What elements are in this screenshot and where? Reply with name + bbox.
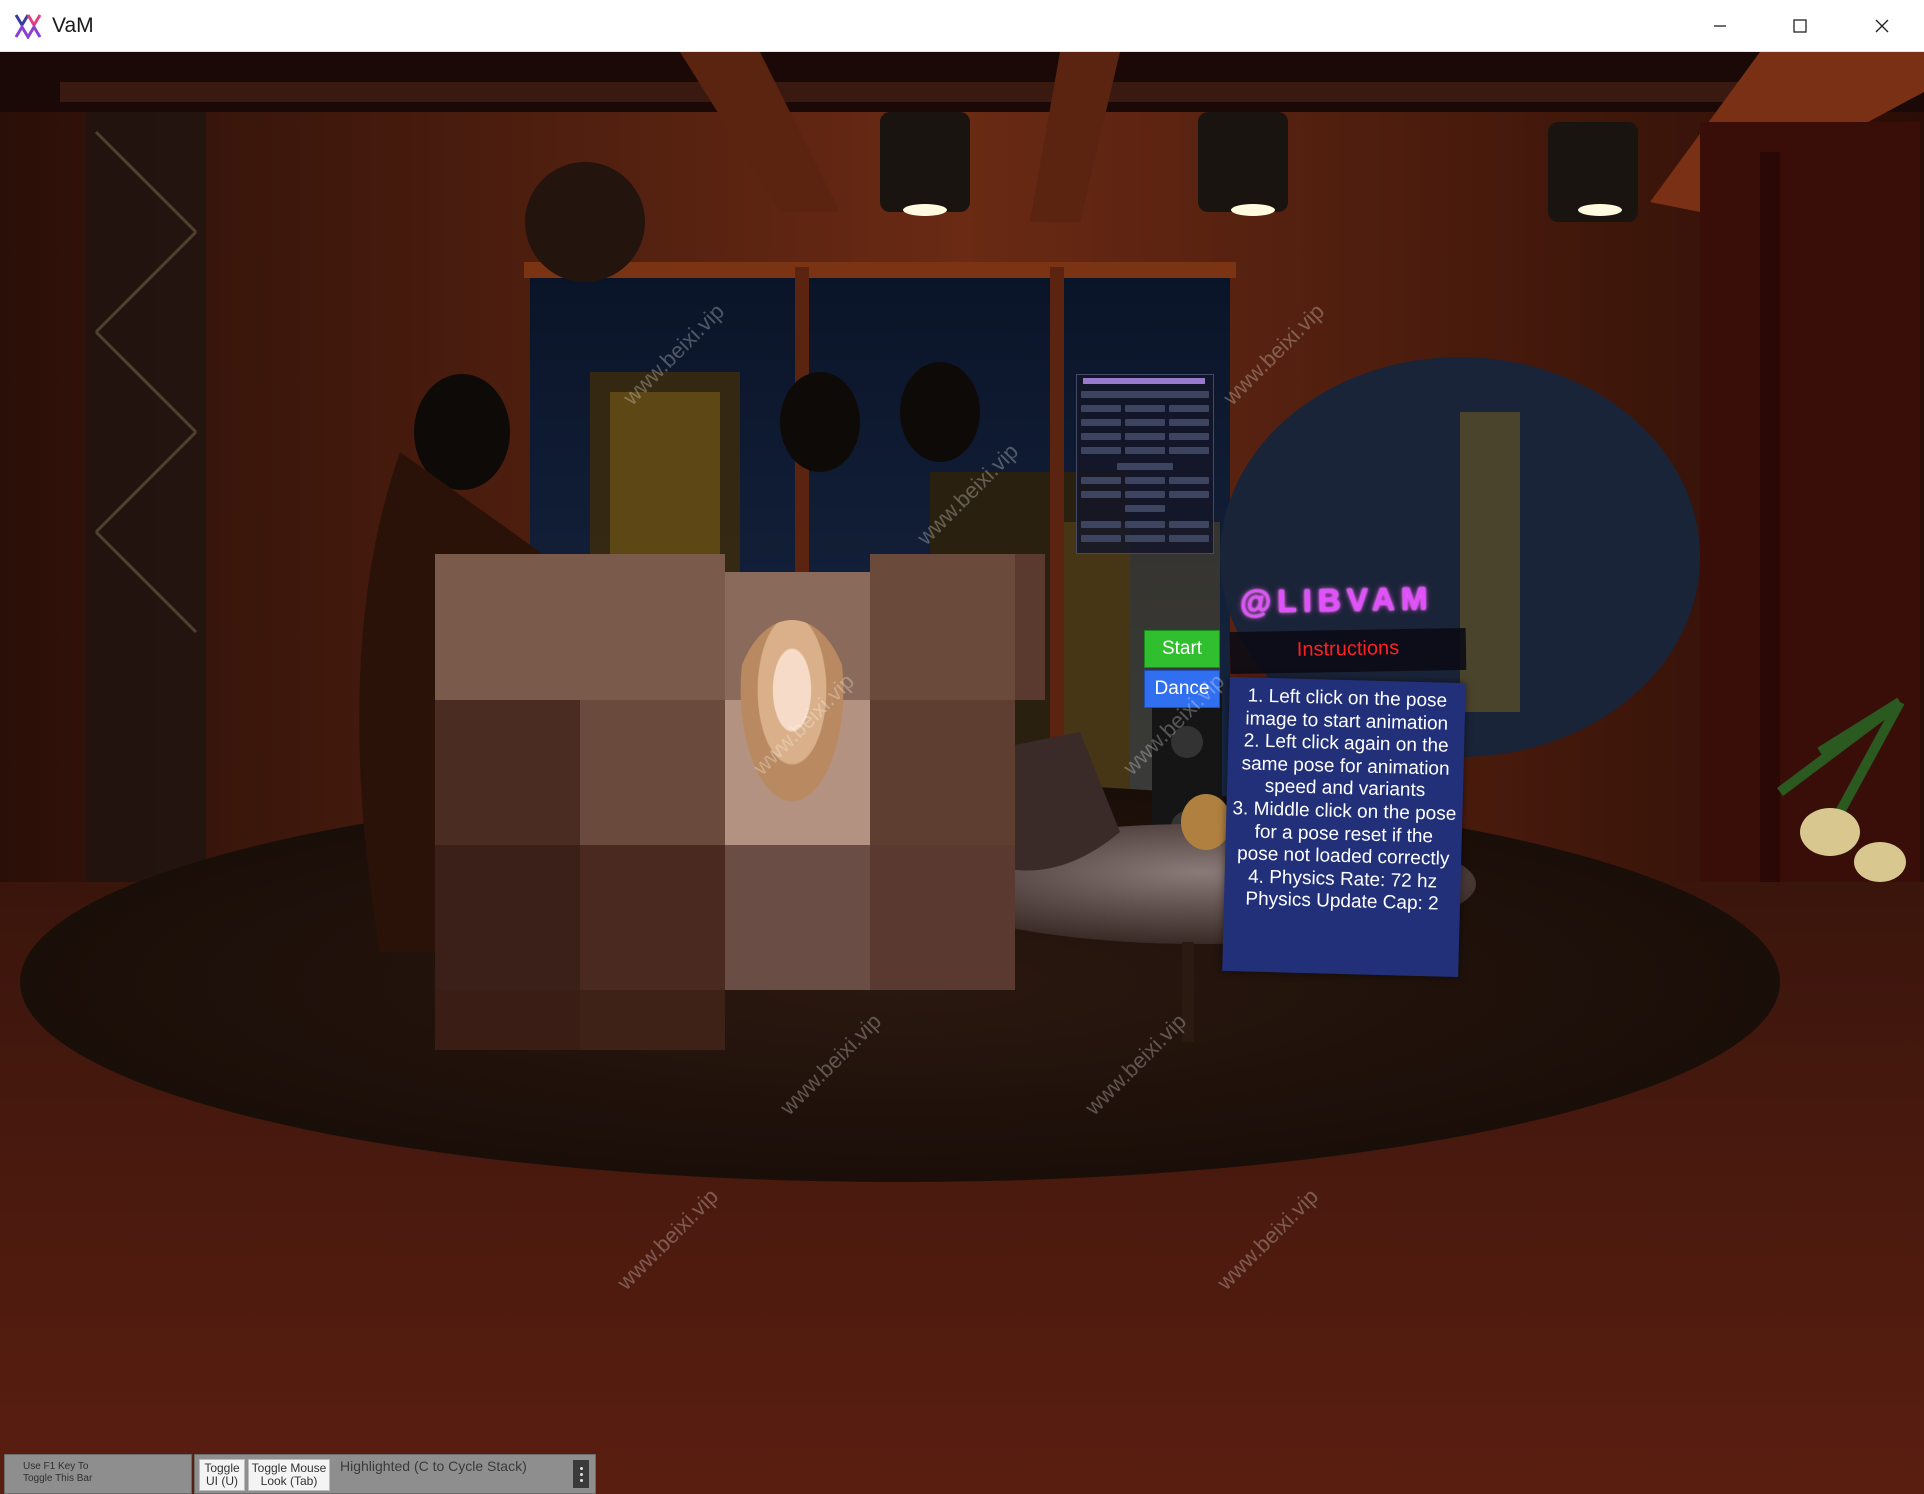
title-bar: VaM — [0, 0, 1924, 52]
scene-viewport[interactable]: Start Dance @LIBVAM Instructions 1. Left… — [0, 52, 1924, 1494]
settings-mini-panel[interactable] — [1076, 374, 1214, 554]
vam-logo-icon — [14, 14, 42, 39]
app-window: VaM Start Dance @LIBVAM Instructions 1. … — [0, 0, 1924, 1494]
bottom-toolbar: Toggle UI (U) Toggle Mouse Look (Tab) Hi… — [194, 1454, 596, 1494]
instructions-title: Instructions — [1296, 637, 1400, 661]
instructions-header: Instructions — [1229, 627, 1467, 675]
window-title: VaM — [52, 14, 94, 37]
toggle-ui-button[interactable]: Toggle UI (U) — [199, 1459, 245, 1491]
minimize-icon — [1714, 24, 1726, 27]
maximize-icon — [1793, 18, 1807, 33]
more-menu-button[interactable] — [573, 1460, 589, 1488]
instructions-panel: 1. Left click on the pose image to start… — [1222, 676, 1466, 978]
more-dots-icon — [579, 1466, 583, 1470]
dance-button[interactable]: Dance — [1144, 670, 1220, 708]
f1-hint-line1: Use F1 Key To — [23, 1461, 89, 1472]
toggle-mouse-look-button[interactable]: Toggle Mouse Look (Tab) — [248, 1459, 330, 1491]
close-icon — [1875, 19, 1889, 32]
mini-panel-header — [1083, 378, 1205, 384]
f1-toggle-hint[interactable]: Use F1 Key To Toggle This Bar — [4, 1454, 192, 1494]
start-button[interactable]: Start — [1144, 630, 1220, 668]
maximize-button[interactable] — [1760, 0, 1840, 51]
instructions-text: 1. Left click on the pose image to start… — [1232, 685, 1457, 915]
toggle-mouse-label-2: Look (Tab) — [260, 1474, 318, 1488]
f1-hint-line2: Toggle This Bar — [23, 1473, 93, 1484]
close-button[interactable] — [1842, 0, 1922, 51]
character-portrait — [732, 620, 852, 820]
toggle-ui-label-2: UI (U) — [206, 1474, 238, 1488]
highlight-status: Highlighted (C to Cycle Stack) — [340, 1458, 527, 1474]
brand-title: @LIBVAM — [1239, 580, 1434, 620]
minimize-button[interactable] — [1680, 0, 1760, 51]
